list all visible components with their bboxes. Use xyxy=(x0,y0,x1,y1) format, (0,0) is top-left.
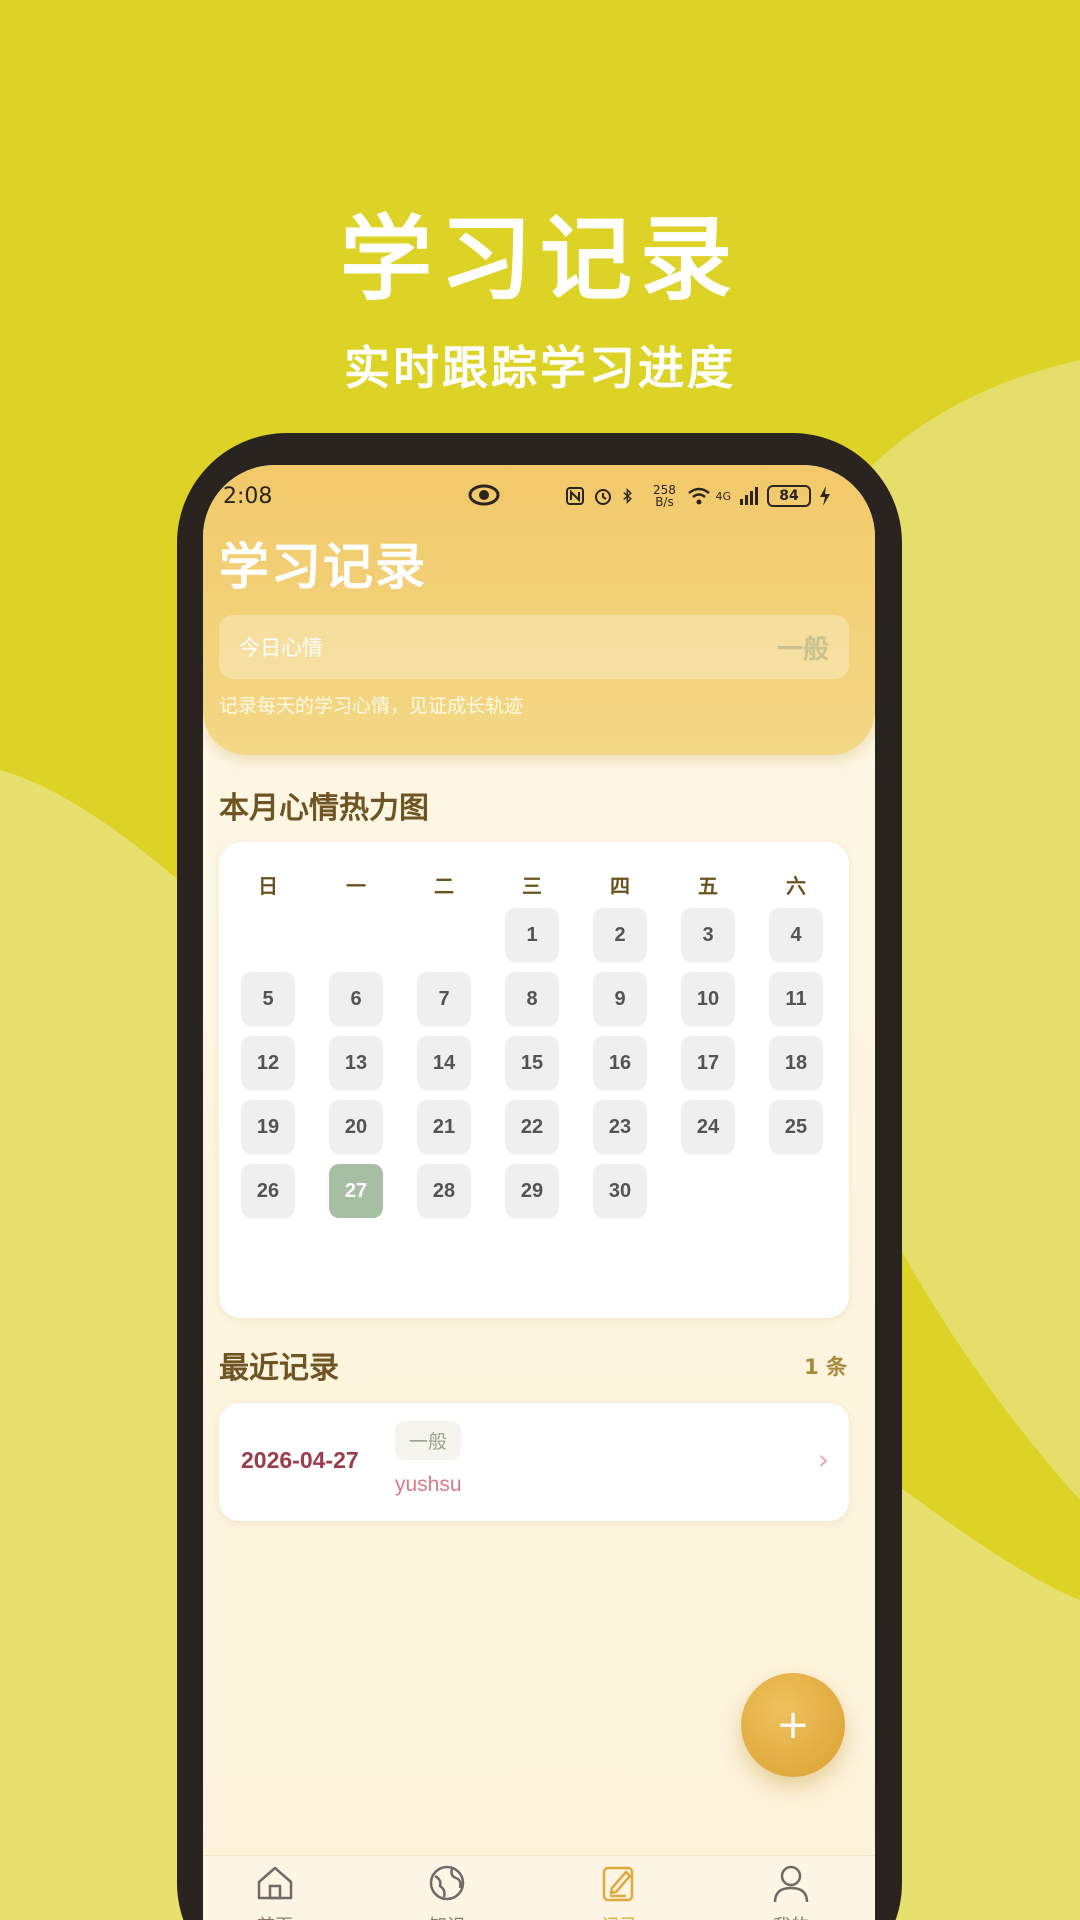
mood-label: 今日心情 xyxy=(239,636,323,660)
eye-icon xyxy=(468,484,500,506)
signal-type: 4G xyxy=(715,489,731,503)
tab-label: 记录 xyxy=(559,1912,679,1920)
page-title: 学习记录 xyxy=(219,538,427,596)
alarm-icon xyxy=(593,485,613,507)
signal-icon xyxy=(739,485,759,507)
mood-heatmap-calendar: 日一二三四五六 1 2 3 4 5 6 7 8 9 10 11 12 13 14 15 16 17 18 19 20 21… xyxy=(219,842,849,1318)
calendar-day[interactable]: 12 xyxy=(241,1036,295,1090)
calendar-day[interactable]: 13 xyxy=(329,1036,383,1090)
weekday-label: 五 xyxy=(698,874,718,898)
bluetooth-icon xyxy=(621,485,641,507)
edit-note-icon xyxy=(602,1866,634,1902)
calendar-day[interactable]: 5 xyxy=(241,972,295,1026)
home-icon xyxy=(257,1866,293,1900)
heatmap-title: 本月心情热力图 xyxy=(219,791,429,826)
phone-screen: 2:08 258 B/s 4G 84 学习记录 今日心情 一般 记录每天的学习心… xyxy=(203,465,875,1920)
calendar-day[interactable]: 4 xyxy=(769,908,823,962)
recent-records-title: 最近记录 xyxy=(219,1351,339,1386)
promo-subtitle: 实时跟踪学习进度 xyxy=(344,341,736,395)
calendar-day[interactable]: 9 xyxy=(593,972,647,1026)
calendar-day[interactable]: 2 xyxy=(593,908,647,962)
status-time: 2:08 xyxy=(223,483,273,509)
calendar-day[interactable]: 22 xyxy=(505,1100,559,1154)
calendar-day[interactable]: 15 xyxy=(505,1036,559,1090)
calendar-day[interactable]: 29 xyxy=(505,1164,559,1218)
weekday-label: 日 xyxy=(258,874,278,898)
tab-label: 知识 xyxy=(387,1912,507,1920)
tab-records[interactable]: 记录 xyxy=(559,1856,679,1920)
weekday-label: 一 xyxy=(346,874,366,898)
status-icons: 258 B/s 4G 84 xyxy=(565,484,839,508)
tab-label: 首页 xyxy=(215,1912,335,1920)
calendar-day[interactable]: 17 xyxy=(681,1036,735,1090)
promo-title: 学习记录 xyxy=(339,206,740,313)
status-bar: 2:08 258 B/s 4G 84 xyxy=(203,465,875,527)
calendar-day[interactable]: 16 xyxy=(593,1036,647,1090)
add-record-button[interactable]: + xyxy=(741,1673,845,1777)
tab-profile[interactable]: 我的 xyxy=(731,1856,851,1920)
calendar-day[interactable]: 10 xyxy=(681,972,735,1026)
calendar-day[interactable]: 14 xyxy=(417,1036,471,1090)
calendar-day[interactable]: 19 xyxy=(241,1100,295,1154)
calendar-day[interactable]: 1 xyxy=(505,908,559,962)
tab-knowledge[interactable]: 知识 xyxy=(387,1856,507,1920)
calendar-day[interactable]: 3 xyxy=(681,908,735,962)
calendar-day[interactable]: 11 xyxy=(769,972,823,1026)
weekday-label: 四 xyxy=(610,874,630,898)
calendar-day[interactable]: 28 xyxy=(417,1164,471,1218)
tab-label: 我的 xyxy=(731,1912,851,1920)
record-user: yushsu xyxy=(395,1473,462,1496)
calendar-day[interactable]: 24 xyxy=(681,1100,735,1154)
wifi-icon xyxy=(687,485,711,507)
calendar-day[interactable]: 26 xyxy=(241,1164,295,1218)
recent-count: 1 条 xyxy=(804,1355,847,1379)
calendar-day[interactable]: 7 xyxy=(417,972,471,1026)
weekday-label: 六 xyxy=(786,874,806,898)
calendar-day[interactable]: 6 xyxy=(329,972,383,1026)
record-mood-badge: 一般 xyxy=(395,1421,462,1460)
bottom-tab-bar: 首页 知识 记录 我的 xyxy=(203,1855,875,1920)
calendar-day[interactable]: 23 xyxy=(593,1100,647,1154)
calendar-day[interactable]: 8 xyxy=(505,972,559,1026)
weekday-label: 二 xyxy=(434,874,454,898)
weekday-label: 三 xyxy=(522,874,542,898)
calendar-day[interactable]: 20 xyxy=(329,1100,383,1154)
record-date: 2026-04-27 xyxy=(241,1447,359,1473)
net-speed: 258 B/s xyxy=(653,483,676,509)
calendar-day[interactable]: 18 xyxy=(769,1036,823,1090)
globe-icon xyxy=(429,1865,465,1901)
calendar-day[interactable]: 30 xyxy=(593,1164,647,1218)
today-mood-selector[interactable]: 今日心情 一般 xyxy=(219,615,849,679)
battery-indicator: 84 xyxy=(767,485,811,507)
header-card: 2:08 258 B/s 4G 84 学习记录 今日心情 一般 记录每天的学习心… xyxy=(203,465,875,755)
calendar-day[interactable]: 21 xyxy=(417,1100,471,1154)
charging-icon xyxy=(819,485,839,507)
calendar-day[interactable]: 27 xyxy=(329,1164,383,1218)
tab-home[interactable]: 首页 xyxy=(215,1856,335,1920)
record-item[interactable]: 2026-04-27 一般 yushsu › xyxy=(219,1403,849,1521)
nfc-icon xyxy=(565,485,585,507)
chevron-right-icon: › xyxy=(817,1443,829,1476)
calendar-day[interactable]: 25 xyxy=(769,1100,823,1154)
user-icon xyxy=(773,1865,809,1903)
mood-value: 一般 xyxy=(776,634,829,665)
mood-hint: 记录每天的学习心情，见证成长轨迹 xyxy=(219,695,524,717)
